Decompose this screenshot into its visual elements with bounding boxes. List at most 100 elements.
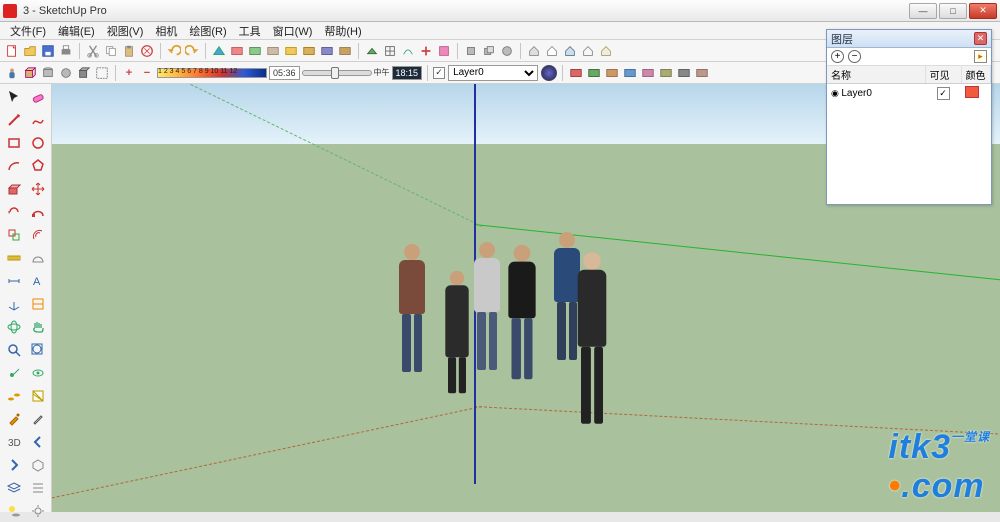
iso-icon[interactable] <box>26 454 49 476</box>
people-components[interactable] <box>382 214 642 424</box>
arc-tool-icon[interactable] <box>2 155 25 177</box>
house3-icon[interactable] <box>562 43 578 59</box>
menu-window[interactable]: 窗口(W) <box>267 23 319 39</box>
window-maximize-button[interactable]: □ <box>939 3 967 19</box>
layers-panel-header[interactable]: 图层 ✕ <box>827 30 991 48</box>
lookaround-icon[interactable] <box>26 362 49 384</box>
layer-visible-checkbox[interactable]: ✓ <box>937 87 950 100</box>
layer-globe-icon[interactable] <box>541 65 557 81</box>
menu-camera[interactable]: 相机 <box>149 23 183 39</box>
sandbox5-icon[interactable] <box>436 43 452 59</box>
polygon-tool-icon[interactable] <box>26 155 49 177</box>
redo-icon[interactable] <box>184 43 200 59</box>
month-spectrum[interactable]: 1 2 3 4 5 6 7 8 9 10 11 12 <box>157 68 267 78</box>
new-icon[interactable] <box>4 43 20 59</box>
walk-icon[interactable] <box>2 385 25 407</box>
component-cone-icon[interactable] <box>76 65 92 81</box>
table-row[interactable]: ◉ Layer0 ✓ <box>827 84 991 104</box>
house1-icon[interactable] <box>526 43 542 59</box>
render2-icon[interactable] <box>229 43 245 59</box>
menu-draw[interactable]: 绘图(R) <box>183 23 232 39</box>
layer-add-icon[interactable]: + <box>831 50 844 63</box>
previous-icon[interactable] <box>26 431 49 453</box>
protractor-tool-icon[interactable] <box>26 247 49 269</box>
delete-icon[interactable] <box>139 43 155 59</box>
style4-icon[interactable] <box>622 65 638 81</box>
layer-dropdown[interactable]: Layer0 <box>448 65 538 81</box>
solids1-icon[interactable] <box>463 43 479 59</box>
sandbox2-icon[interactable] <box>382 43 398 59</box>
component-person-icon[interactable] <box>4 65 20 81</box>
render3-icon[interactable] <box>247 43 263 59</box>
settings-icon[interactable] <box>26 500 49 522</box>
circle-tool-icon[interactable] <box>26 132 49 154</box>
layers-panel[interactable]: 图层 ✕ + − ▸ 名称 可见 颜色 ◉ Layer0 ✓ <box>826 29 992 205</box>
layers-panel-close-icon[interactable]: ✕ <box>974 32 987 45</box>
orbit-tool-icon[interactable] <box>2 316 25 338</box>
plus-icon[interactable]: + <box>121 65 137 81</box>
cut-icon[interactable] <box>85 43 101 59</box>
sandbox3-icon[interactable] <box>400 43 416 59</box>
style6-icon[interactable] <box>658 65 674 81</box>
copy-icon[interactable] <box>103 43 119 59</box>
menu-view[interactable]: 视图(V) <box>101 23 150 39</box>
rotate-tool-icon[interactable] <box>2 201 25 223</box>
solids2-icon[interactable] <box>481 43 497 59</box>
render4-icon[interactable] <box>265 43 281 59</box>
dimension-tool-icon[interactable] <box>2 270 25 292</box>
position-camera-icon[interactable] <box>2 362 25 384</box>
render7-icon[interactable] <box>319 43 335 59</box>
solids3-icon[interactable] <box>499 43 515 59</box>
sample-icon[interactable] <box>26 408 49 430</box>
layer-color-swatch[interactable] <box>965 86 979 98</box>
style3-icon[interactable] <box>604 65 620 81</box>
outliner-icon[interactable] <box>26 477 49 499</box>
zoom-tool-icon[interactable] <box>2 339 25 361</box>
save-icon[interactable] <box>40 43 56 59</box>
menu-edit[interactable]: 编辑(E) <box>52 23 101 39</box>
zoom-extents-tool-icon[interactable] <box>26 339 49 361</box>
scale-tool-icon[interactable] <box>2 224 25 246</box>
sandbox4-icon[interactable] <box>418 43 434 59</box>
move-tool-icon[interactable] <box>26 178 49 200</box>
eraser-tool-icon[interactable] <box>26 86 49 108</box>
open-icon[interactable] <box>22 43 38 59</box>
offset-tool-icon[interactable] <box>26 224 49 246</box>
house4-icon[interactable] <box>580 43 596 59</box>
menu-tools[interactable]: 工具 <box>233 23 267 39</box>
render6-icon[interactable] <box>301 43 317 59</box>
freehand-tool-icon[interactable] <box>26 109 49 131</box>
pan-tool-icon[interactable] <box>26 316 49 338</box>
layer-menu-icon[interactable]: ▸ <box>974 50 987 63</box>
axes-tool-icon[interactable] <box>2 293 25 315</box>
section-tool-icon[interactable] <box>26 293 49 315</box>
style5-icon[interactable] <box>640 65 656 81</box>
style1-icon[interactable] <box>568 65 584 81</box>
component-sphere-icon[interactable] <box>58 65 74 81</box>
col-name[interactable]: 名称 <box>827 66 925 84</box>
render5-icon[interactable] <box>283 43 299 59</box>
paint-icon[interactable] <box>2 408 25 430</box>
undo-icon[interactable] <box>166 43 182 59</box>
component-cyl-icon[interactable] <box>40 65 56 81</box>
print-icon[interactable] <box>58 43 74 59</box>
next-icon[interactable] <box>2 454 25 476</box>
col-visible[interactable]: 可见 <box>925 66 961 84</box>
col-color[interactable]: 颜色 <box>961 66 990 84</box>
style7-icon[interactable] <box>676 65 692 81</box>
shadows-icon[interactable] <box>2 500 25 522</box>
minus-icon[interactable]: − <box>139 65 155 81</box>
time-slider[interactable] <box>302 70 372 76</box>
tape-tool-icon[interactable] <box>2 247 25 269</box>
style8-icon[interactable] <box>694 65 710 81</box>
3dtext-icon[interactable]: 3D <box>2 431 25 453</box>
sandbox1-icon[interactable] <box>364 43 380 59</box>
layer-visible-check[interactable]: ✓ <box>433 67 445 79</box>
pushpull-tool-icon[interactable] <box>2 178 25 200</box>
menu-help[interactable]: 帮助(H) <box>318 23 367 39</box>
followme-tool-icon[interactable] <box>26 201 49 223</box>
render8-icon[interactable] <box>337 43 353 59</box>
component-box-icon[interactable] <box>22 65 38 81</box>
style2-icon[interactable] <box>586 65 602 81</box>
layer-remove-icon[interactable]: − <box>848 50 861 63</box>
